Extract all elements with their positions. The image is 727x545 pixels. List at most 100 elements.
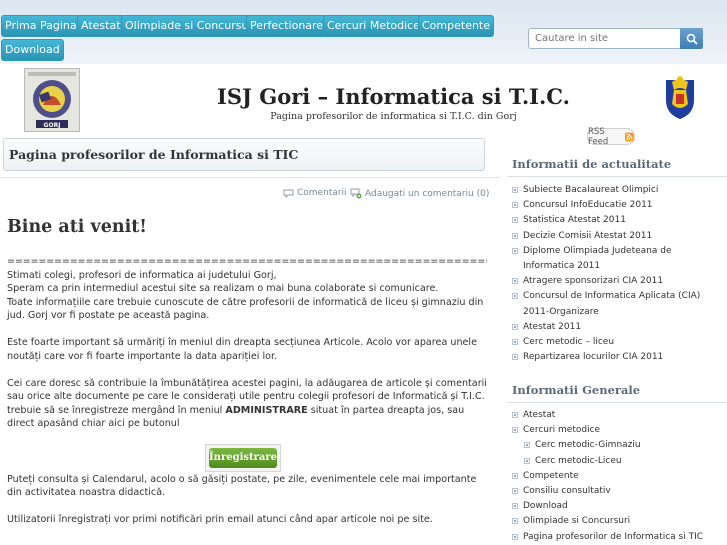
bullet-icon	[512, 354, 518, 361]
bullet-icon	[512, 412, 518, 418]
notification-paragraph: Utilizatorii înregistrați vor primi noti…	[7, 514, 433, 525]
general-list: Atestat Cercuri metodice Cerc metodic-Gi…	[507, 408, 725, 545]
nav-olimpiade[interactable]: Olimpiade si Concursuri	[121, 15, 261, 37]
nav-prima-pagina[interactable]: Prima Pagina	[1, 15, 81, 37]
bullet-icon	[512, 278, 518, 285]
general-subitem[interactable]: Cerc metodic-Liceu	[507, 454, 725, 469]
nav-atestat[interactable]: Atestat	[77, 15, 125, 37]
post-content: ========================================…	[7, 255, 487, 540]
bullet-icon	[512, 202, 518, 209]
calendar-paragraph: Puteți consulta și Calendarul, acolo o s…	[7, 473, 477, 499]
general-item[interactable]: Consiliu consultativ	[507, 484, 725, 499]
bullet-icon	[512, 503, 518, 510]
bullet-icon	[512, 488, 518, 495]
news-item-label: Atestat 2011	[523, 321, 582, 332]
site-header: GORJ ISJ Gori – Informatica si T.I.C. Pa…	[0, 64, 727, 132]
general-item[interactable]: Competente	[507, 469, 725, 484]
news-item-label: Diplome Olimpiada Judeteana de Informati…	[523, 245, 672, 272]
nav-competente[interactable]: Competente	[418, 15, 495, 37]
bullet-icon	[524, 457, 530, 464]
site-title[interactable]: ISJ Gori – Informatica si T.I.C.	[0, 84, 727, 109]
page-title-box[interactable]: Pagina profesorilor de Informatica si TI…	[3, 138, 485, 171]
general-subitem[interactable]: Cerc metodic-Gimnaziu	[507, 438, 725, 453]
news-item[interactable]: Atestat 2011	[507, 320, 725, 335]
bullet-icon	[512, 533, 518, 540]
general-item-label: Pagina profesorilor de Informatica si TI…	[523, 531, 704, 542]
general-item-label: Competente	[523, 470, 579, 481]
bullet-icon	[512, 232, 518, 239]
rss-icon	[625, 132, 634, 141]
general-item-label: Olimpiade si Concursuri	[523, 516, 631, 527]
news-item[interactable]: Decizie Comisii Atestat 2011	[507, 229, 725, 244]
rss-label: RSS Feed	[588, 126, 609, 147]
news-section-title: Informatii de actualitate	[512, 157, 672, 171]
register-button[interactable]: Înregistrare	[209, 448, 277, 468]
news-item[interactable]: Diplome Olimpiada Judeteana de Informati…	[507, 244, 725, 274]
bullet-icon	[512, 472, 518, 479]
bullet-icon	[512, 518, 518, 525]
content-divider	[0, 177, 500, 178]
general-item[interactable]: Olimpiade si Concursuri	[507, 514, 725, 529]
search-input[interactable]	[528, 28, 703, 49]
administrare-label: ADMINISTRARE	[225, 404, 308, 416]
general-item-label: Download	[523, 501, 568, 512]
general-item-label: Cerc metodic-Liceu	[535, 455, 622, 466]
logo-caption: GORJ	[44, 122, 61, 129]
articles-paragraph: Este foarte important să urmăriți în men…	[7, 337, 477, 362]
general-item[interactable]: Download	[507, 499, 725, 514]
add-comment-label: Adaugati un comentariu (0)	[365, 188, 490, 199]
rss-feed-link[interactable]: RSS Feed	[587, 126, 635, 147]
romania-coat-of-arms-icon	[666, 76, 694, 119]
bullet-icon	[512, 187, 518, 193]
register-button-frame: Înregistrare	[205, 444, 281, 472]
add-comment-icon	[350, 188, 362, 199]
news-item[interactable]: Atragere sponsorizari CIA 2011	[507, 274, 725, 289]
general-item-label: Consiliu consultativ	[523, 486, 611, 497]
post-heading: Bine ati venit!	[7, 217, 147, 237]
bullet-icon	[512, 323, 518, 330]
bullet-icon	[512, 427, 518, 434]
site-subtitle: Pagina profesorilor de informatica si T.…	[270, 111, 517, 122]
general-section-title: Informatii Generale	[512, 383, 641, 397]
intro-paragraph: Stimati colegi, profesori de informatica…	[7, 269, 484, 322]
add-comment-link[interactable]: Adaugati un comentariu (0)	[350, 188, 489, 199]
comments-link[interactable]: Comentarii	[283, 188, 347, 198]
news-item-label: Concursul de Informatica Aplicata (CIA) …	[523, 291, 701, 317]
news-item[interactable]: Subiecte Bacalaureat Olimpici	[507, 183, 725, 198]
news-item[interactable]: Repartizarea locurilor CIA 2011	[507, 350, 725, 365]
news-item-label: Subiecte Bacalaureat Olimpici	[523, 185, 659, 195]
general-item-label: Cerc metodic-Gimnaziu	[535, 440, 641, 451]
news-section-divider	[507, 176, 727, 177]
news-item-label: Cerc metodic – liceu	[523, 337, 615, 348]
news-item-label: Statistica Atestat 2011	[523, 215, 626, 226]
bullet-icon	[512, 247, 518, 254]
separator-line: ========================================…	[7, 256, 487, 267]
bullet-icon	[524, 442, 530, 449]
comment-bubble-icon	[283, 189, 294, 198]
nav-cercuri-metodice[interactable]: Cercuri Metodice	[323, 15, 424, 37]
nav-perfectionare[interactable]: Perfectionare	[246, 15, 328, 37]
general-item-label: Cercuri metodice	[523, 425, 601, 436]
general-item[interactable]: Pagina profesorilor de Informatica si TI…	[507, 530, 725, 545]
top-navigation-bar: Prima Pagina Atestat Olimpiade si Concur…	[0, 0, 727, 64]
general-section-divider	[507, 402, 727, 403]
general-item[interactable]: Cercuri metodice	[507, 423, 725, 438]
general-item[interactable]: Atestat	[507, 408, 725, 423]
general-item-label: Atestat	[523, 410, 556, 420]
news-item[interactable]: Concursul de Informatica Aplicata (CIA) …	[507, 289, 725, 319]
search-icon	[686, 33, 698, 45]
bullet-icon	[512, 293, 518, 300]
bullet-icon	[512, 217, 518, 224]
news-list: Subiecte Bacalaureat Olimpici Concursul …	[507, 183, 725, 365]
news-item[interactable]: Cerc metodic – liceu	[507, 335, 725, 350]
news-item[interactable]: Concursul InfoEducatie 2011	[507, 198, 725, 213]
news-item-label: Decizie Comisii Atestat 2011	[523, 230, 653, 241]
nav-download[interactable]: Download	[1, 39, 64, 61]
news-item[interactable]: Statistica Atestat 2011	[507, 213, 725, 228]
comments-label: Comentarii	[297, 188, 347, 198]
search-button[interactable]	[680, 28, 703, 49]
news-item-label: Concursul InfoEducatie 2011	[523, 200, 653, 211]
news-item-label: Repartizarea locurilor CIA 2011	[523, 352, 664, 363]
bullet-icon	[512, 339, 518, 346]
contribute-paragraph: Cei care doresc să contribuie la îmbunăt…	[7, 377, 487, 431]
